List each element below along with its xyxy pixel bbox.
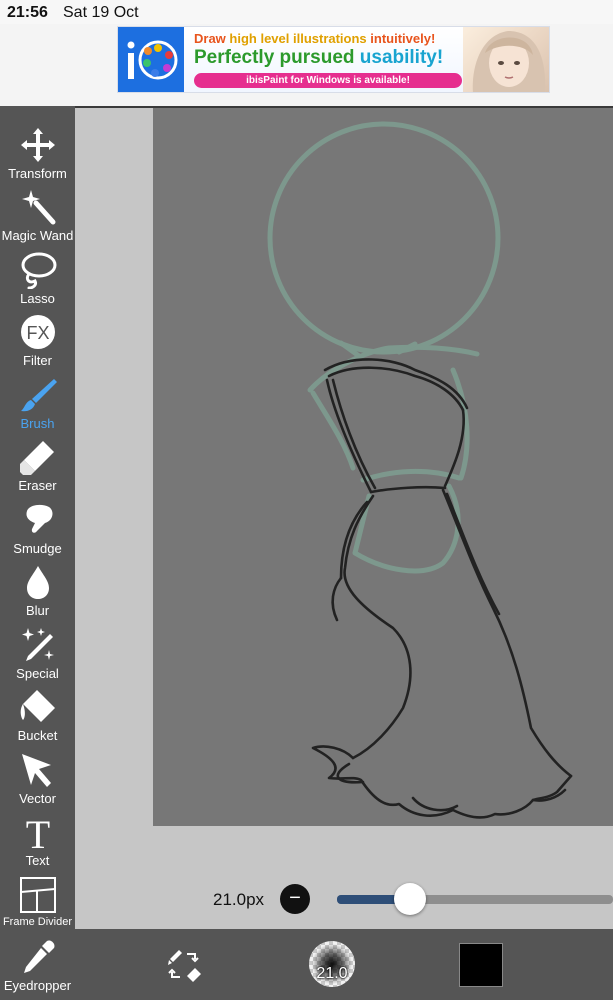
- status-time: 21:56: [7, 4, 48, 21]
- tool-label: Brush: [20, 416, 55, 431]
- text-t-icon: T: [26, 813, 50, 851]
- ad-tagline: Perfectly pursued usability!: [194, 47, 444, 68]
- smudge-finger-icon: [26, 504, 53, 533]
- tool-label: Text: [25, 853, 50, 868]
- tool-magic-wand[interactable]: Magic Wand: [0, 186, 75, 248]
- tool-eraser[interactable]: Eraser: [0, 436, 75, 498]
- bottom-toolbar: 21.0: [75, 929, 613, 1000]
- tool-label: Transform: [8, 166, 67, 181]
- frame-divider-icon: [20, 877, 56, 913]
- brush-preview-button[interactable]: 21.0: [309, 941, 355, 987]
- tool-smudge[interactable]: Smudge: [0, 499, 75, 561]
- ad-portrait-image: [463, 27, 549, 92]
- svg-text:FX: FX: [26, 323, 49, 343]
- brush-preview-size: 21.0: [316, 965, 348, 982]
- tool-vector[interactable]: Vector: [0, 749, 75, 811]
- tool-label: Lasso: [20, 291, 55, 306]
- tool-palette: Transform Magic Wand Lasso FX Filter Bru…: [0, 106, 75, 1000]
- tool-label: Bucket: [17, 728, 58, 743]
- fx-icon: FX: [21, 315, 55, 349]
- tool-bucket[interactable]: Bucket: [0, 686, 75, 748]
- ad-banner[interactable]: Draw high level illustrations intuitivel…: [117, 26, 550, 93]
- brush-eraser-swap-button[interactable]: [165, 946, 203, 984]
- ad-headline: Draw high level illustrations intuitivel…: [194, 31, 436, 46]
- status-bar: 21:56 Sat 19 Oct: [0, 0, 613, 24]
- magic-wand-icon: [22, 190, 56, 225]
- brush-size-slider[interactable]: [337, 895, 613, 904]
- tool-frame-divider[interactable]: Frame Divider: [0, 874, 75, 936]
- tool-transform[interactable]: Transform: [0, 124, 75, 186]
- tool-label: Smudge: [13, 541, 62, 556]
- ad-cta-pill: ibisPaint for Windows is available!: [194, 73, 462, 88]
- tool-label: Blur: [25, 603, 50, 618]
- brush-icon: [21, 379, 57, 412]
- tool-label: Magic Wand: [1, 228, 74, 243]
- brush-size-slider-knob[interactable]: [394, 883, 426, 915]
- brush-size-label: 21.0px: [213, 890, 265, 909]
- svg-text:T: T: [26, 813, 50, 851]
- tool-lasso[interactable]: Lasso: [0, 249, 75, 311]
- drawing-canvas[interactable]: [153, 108, 613, 826]
- minus-icon: −: [289, 887, 301, 909]
- tool-blur[interactable]: Blur: [0, 561, 75, 623]
- eyedropper-icon: [24, 940, 55, 973]
- tool-label: Filter: [23, 353, 52, 368]
- sparkle-pen-icon: [22, 628, 54, 661]
- tool-label: Frame Divider: [2, 916, 73, 928]
- canvas-area[interactable]: [75, 106, 613, 929]
- current-color-swatch[interactable]: [459, 943, 503, 987]
- tool-brush[interactable]: Brush: [0, 374, 75, 436]
- tool-label: Eyedropper: [3, 978, 72, 993]
- cursor-arrow-icon: [22, 754, 51, 787]
- tool-special[interactable]: Special: [0, 624, 75, 686]
- drop-icon: [27, 566, 49, 599]
- swap-brush-eraser-icon: [168, 950, 201, 982]
- tool-label: Special: [16, 666, 59, 681]
- tool-filter[interactable]: FX Filter: [0, 311, 75, 373]
- tool-label: Vector: [19, 791, 56, 806]
- status-date: Sat 19 Oct: [63, 4, 139, 21]
- bucket-icon: [20, 690, 55, 722]
- eraser-icon: [20, 441, 54, 475]
- tool-label: Eraser: [18, 478, 57, 493]
- ibispaint-logo-icon: [118, 27, 184, 92]
- brush-size-decrease-button[interactable]: −: [280, 884, 310, 914]
- tool-text[interactable]: T Text: [0, 811, 75, 873]
- move-arrows-icon: [21, 128, 55, 162]
- tool-eyedropper[interactable]: Eyedropper: [0, 936, 75, 998]
- sketch-drawing: [267, 121, 573, 819]
- lasso-icon: [21, 252, 57, 289]
